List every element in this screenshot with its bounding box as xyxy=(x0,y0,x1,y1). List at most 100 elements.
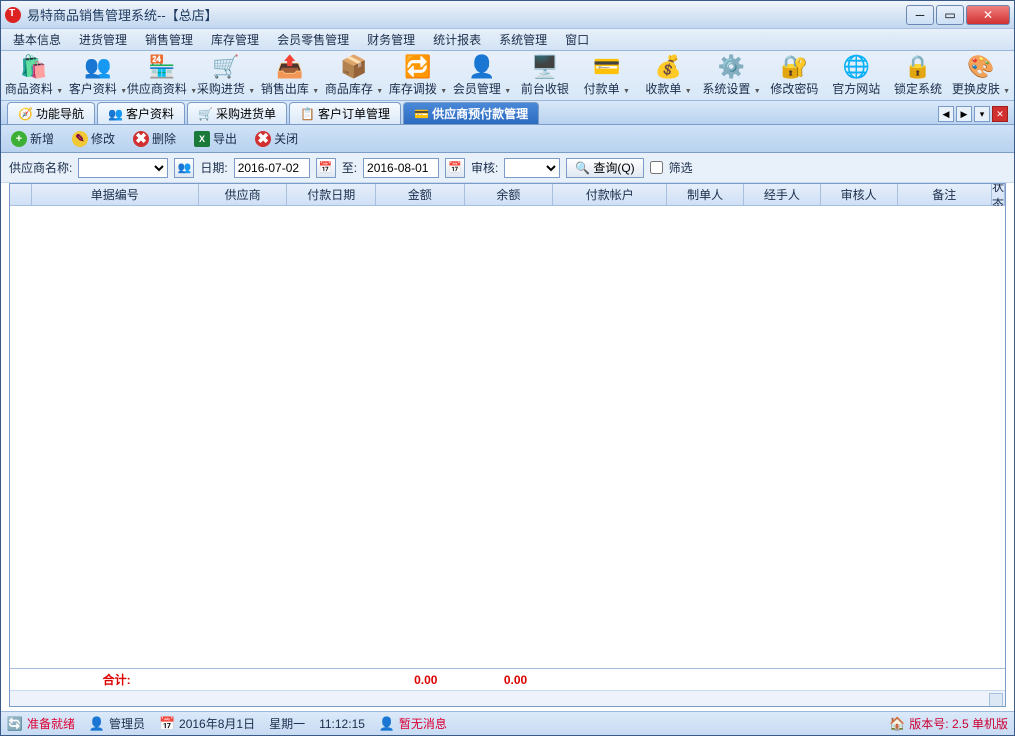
tool-客户资料[interactable]: 👥客户资料 ▼ xyxy=(69,52,127,99)
query-button[interactable]: 🔍查询(Q) xyxy=(566,158,643,178)
tab-next[interactable]: ▶ xyxy=(956,106,972,122)
grid-body[interactable] xyxy=(10,206,1005,668)
filter-checkbox-label: 筛选 xyxy=(669,159,693,176)
col-余额[interactable]: 余额 xyxy=(465,184,554,205)
date-from-calendar-icon[interactable]: 📅 xyxy=(316,158,336,178)
menu-财务管理[interactable]: 财务管理 xyxy=(359,29,423,50)
audit-select[interactable] xyxy=(504,158,560,178)
tool-锁定系统[interactable]: 🔒锁定系统 xyxy=(890,52,946,99)
col-金额[interactable]: 金额 xyxy=(376,184,465,205)
col-付款日期[interactable]: 付款日期 xyxy=(287,184,376,205)
menu-销售管理[interactable]: 销售管理 xyxy=(137,29,201,50)
tab-客户资料[interactable]: 👥客户资料 xyxy=(97,102,185,124)
tab-icon: 👥 xyxy=(108,107,122,121)
version-label: 版本号: xyxy=(909,717,948,731)
export-button[interactable]: X导出 xyxy=(190,128,241,149)
tool-icon: 💳 xyxy=(593,54,621,80)
search-icon: 🔍 xyxy=(575,161,590,175)
tab-采购进货单[interactable]: 🛒采购进货单 xyxy=(187,102,287,124)
close-button[interactable]: ✕ xyxy=(966,5,1010,25)
tool-icon: 🛒 xyxy=(212,54,240,80)
filter-checkbox[interactable] xyxy=(650,161,663,174)
maximize-button[interactable]: ▭ xyxy=(936,5,964,25)
edit-button[interactable]: ✎修改 xyxy=(68,128,119,149)
tool-icon: 🔁 xyxy=(404,54,432,80)
tab-prev[interactable]: ◀ xyxy=(938,106,954,122)
menu-会员零售管理[interactable]: 会员零售管理 xyxy=(269,29,357,50)
tool-收款单[interactable]: 💰收款单 ▼ xyxy=(641,52,697,99)
tool-修改密码[interactable]: 🔐修改密码 xyxy=(766,52,822,99)
scroll-area[interactable] xyxy=(10,690,1005,706)
main-toolbar: 🛍️商品资料 ▼👥客户资料 ▼🏪供应商资料 ▼🛒采购进货 ▼📤销售出库 ▼📦商品… xyxy=(1,51,1014,101)
tool-销售出库[interactable]: 📤销售出库 ▼ xyxy=(261,52,319,99)
tab-供应商预付款管理[interactable]: 💳供应商预付款管理 xyxy=(403,102,539,124)
tool-系统设置[interactable]: ⚙️系统设置 ▼ xyxy=(702,52,760,99)
menu-窗口[interactable]: 窗口 xyxy=(557,29,597,50)
tool-icon: 📦 xyxy=(340,54,368,80)
col-制单人[interactable]: 制单人 xyxy=(667,184,744,205)
col-状态[interactable]: 状态 xyxy=(992,184,1005,205)
totals-balance: 0.00 xyxy=(471,673,561,687)
supplier-lookup-icon[interactable]: 👥 xyxy=(174,158,194,178)
tool-更换皮肤[interactable]: 🎨更换皮肤 ▼ xyxy=(952,52,1010,99)
date-to-input[interactable] xyxy=(363,158,439,178)
status-date-icon: 📅 xyxy=(159,716,175,732)
date-to-calendar-icon[interactable]: 📅 xyxy=(445,158,465,178)
tool-付款单[interactable]: 💳付款单 ▼ xyxy=(579,52,635,99)
tool-icon: 👤 xyxy=(468,54,496,80)
supplier-select[interactable] xyxy=(78,158,168,178)
col-付款帐户[interactable]: 付款帐户 xyxy=(553,184,667,205)
close-panel-button[interactable]: ✖关闭 xyxy=(251,128,302,149)
menu-统计报表[interactable]: 统计报表 xyxy=(425,29,489,50)
tab-功能导航[interactable]: 🧭功能导航 xyxy=(7,102,95,124)
tool-商品库存[interactable]: 📦商品库存 ▼ xyxy=(325,52,383,99)
tool-会员管理[interactable]: 👤会员管理 ▼ xyxy=(453,52,511,99)
minimize-button[interactable]: ─ xyxy=(906,5,934,25)
status-weekday: 星期一 xyxy=(269,715,305,732)
tab-strip: 🧭功能导航👥客户资料🛒采购进货单📋客户订单管理💳供应商预付款管理 ◀▶▾✕ xyxy=(1,101,1014,125)
tool-icon: 🔐 xyxy=(780,54,808,80)
tool-icon: ⚙️ xyxy=(717,54,745,80)
tool-icon: 👥 xyxy=(84,54,112,80)
tool-官方网站[interactable]: 🌐官方网站 xyxy=(828,52,884,99)
tool-前台收银[interactable]: 🖥️前台收银 xyxy=(517,52,573,99)
col-经手人[interactable]: 经手人 xyxy=(744,184,821,205)
add-button[interactable]: +新增 xyxy=(7,128,58,149)
tool-icon: 🖥️ xyxy=(531,54,559,80)
tool-商品资料[interactable]: 🛍️商品资料 ▼ xyxy=(5,52,63,99)
status-ready-icon: 🔄 xyxy=(7,716,23,732)
delete-button[interactable]: ✖删除 xyxy=(129,128,180,149)
menu-系统管理[interactable]: 系统管理 xyxy=(491,29,555,50)
titlebar: 易特商品销售管理系统--【总店】 ─ ▭ ✕ xyxy=(1,1,1014,29)
filter-bar: 供应商名称: 👥 日期: 📅 至: 📅 审核: 🔍查询(Q) 筛选 xyxy=(1,153,1014,183)
tab-客户订单管理[interactable]: 📋客户订单管理 xyxy=(289,102,401,124)
status-msg: 暂无消息 xyxy=(399,715,447,732)
menu-进货管理[interactable]: 进货管理 xyxy=(71,29,135,50)
tool-采购进货[interactable]: 🛒采购进货 ▼ xyxy=(197,52,255,99)
status-msg-icon: 👤 xyxy=(379,716,395,732)
col-select[interactable] xyxy=(10,184,32,205)
menu-基本信息[interactable]: 基本信息 xyxy=(5,29,69,50)
tool-icon: 🌐 xyxy=(842,54,870,80)
col-单据编号[interactable]: 单据编号 xyxy=(32,184,199,205)
status-time: 11:12:15 xyxy=(319,717,365,731)
status-ready: 准备就绪 xyxy=(27,715,75,732)
totals-label: 合计: xyxy=(32,671,201,688)
tab-icon: 📋 xyxy=(300,107,314,121)
tool-库存调拨[interactable]: 🔁库存调拨 ▼ xyxy=(389,52,447,99)
col-审核人[interactable]: 审核人 xyxy=(821,184,898,205)
col-备注[interactable]: 备注 xyxy=(898,184,992,205)
tool-icon: 💰 xyxy=(655,54,683,80)
date-from-input[interactable] xyxy=(234,158,310,178)
col-供应商[interactable]: 供应商 xyxy=(199,184,288,205)
tab-icon: 🛒 xyxy=(198,107,212,121)
menubar: 基本信息进货管理销售管理库存管理会员零售管理财务管理统计报表系统管理窗口 xyxy=(1,29,1014,51)
grid-footer: 合计: 0.00 0.00 xyxy=(10,668,1005,690)
tab-list[interactable]: ▾ xyxy=(974,106,990,122)
status-bar: 🔄准备就绪 👤管理员 📅2016年8月1日 星期一 11:12:15 👤暂无消息… xyxy=(1,711,1014,735)
tab-close[interactable]: ✕ xyxy=(992,106,1008,122)
tool-供应商资料[interactable]: 🏪供应商资料 ▼ xyxy=(133,52,191,99)
grid-header: 单据编号供应商付款日期金额余额付款帐户制单人经手人审核人备注状态 xyxy=(10,184,1005,206)
menu-库存管理[interactable]: 库存管理 xyxy=(203,29,267,50)
window-title: 易特商品销售管理系统--【总店】 xyxy=(27,5,906,24)
